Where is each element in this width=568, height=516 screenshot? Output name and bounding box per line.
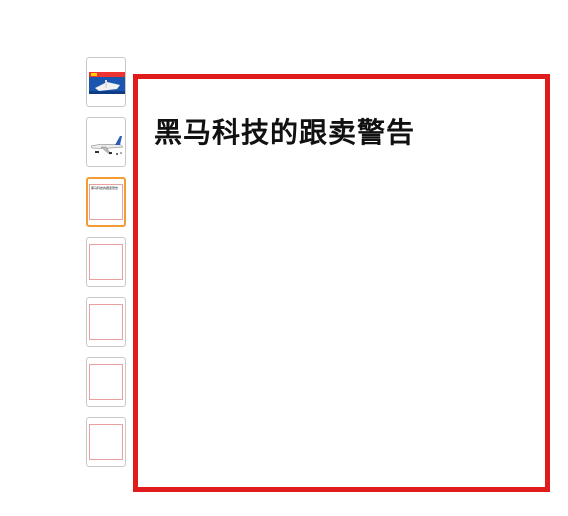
thumbnail-2[interactable] — [86, 117, 126, 167]
thumbnail-3[interactable]: 黑马科技的跟卖警告 — [86, 177, 126, 227]
main-image[interactable]: 黑马科技的跟卖警告 — [133, 74, 550, 492]
thumbnail-5[interactable] — [86, 297, 126, 347]
thumbnail-frame — [89, 364, 123, 400]
thumbnail-7[interactable] — [86, 417, 126, 467]
main-image-title: 黑马科技的跟卖警告 — [154, 116, 416, 149]
airplane-icon — [90, 136, 124, 155]
thumbnail-1[interactable] — [86, 57, 126, 107]
product-image-viewer: 黑马科技的跟卖警告 黑马科技的跟卖警告 — [0, 0, 568, 516]
thumbnail-title: 黑马科技的跟卖警告 — [91, 186, 119, 190]
lego-box-icon — [89, 72, 125, 94]
thumbnail-frame — [89, 424, 123, 460]
thumbnail-frame — [89, 304, 123, 340]
thumbnail-6[interactable] — [86, 357, 126, 407]
thumbnail-4[interactable] — [86, 237, 126, 287]
thumbnail-frame — [89, 244, 123, 280]
